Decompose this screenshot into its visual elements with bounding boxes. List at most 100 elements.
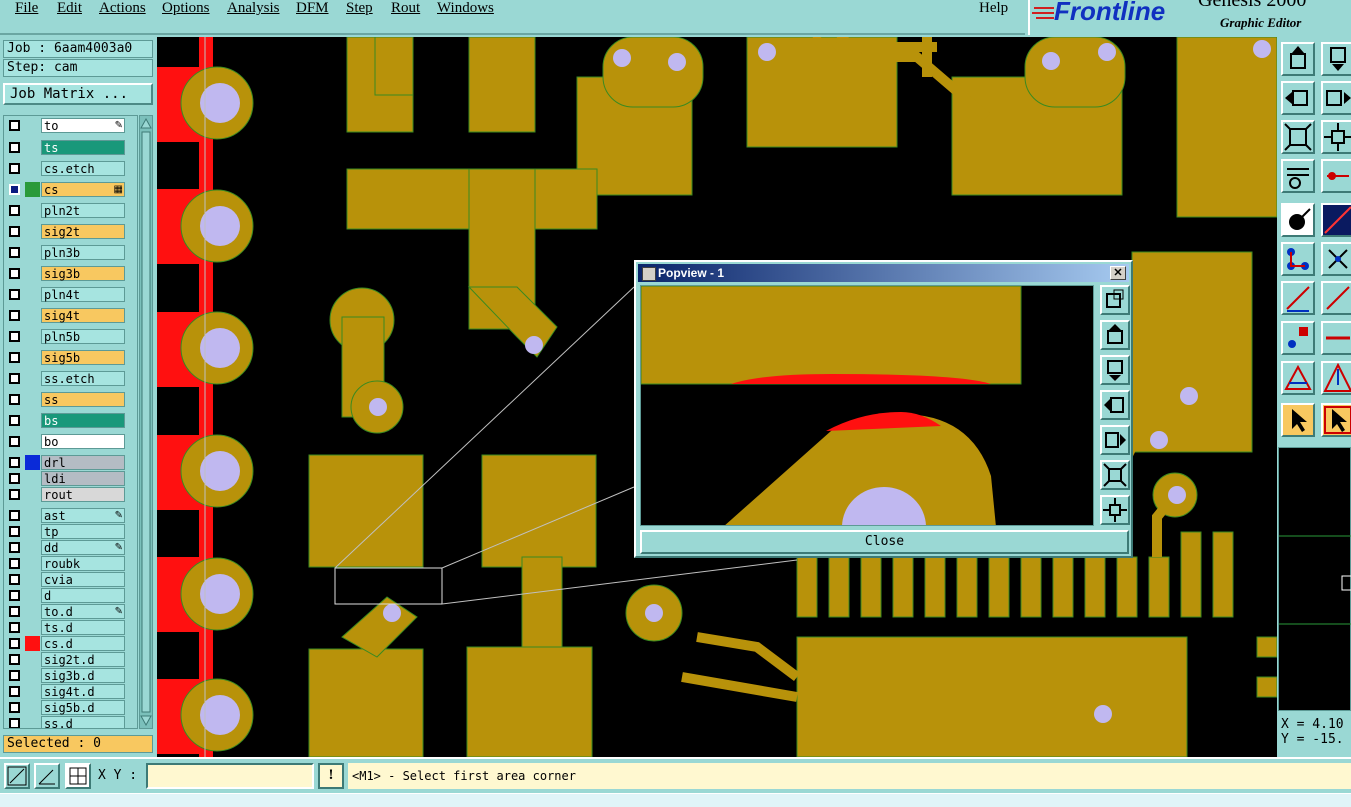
layer-name[interactable]: sig5b.d xyxy=(41,700,125,715)
layer-color-swatch[interactable] xyxy=(25,487,40,502)
popview-home-button[interactable] xyxy=(1100,495,1130,525)
menu-actions[interactable]: Actions xyxy=(99,0,146,17)
layer-color-swatch[interactable] xyxy=(25,350,40,365)
layer-color-swatch[interactable] xyxy=(25,588,40,603)
zoom-home-button[interactable] xyxy=(1321,120,1351,154)
layer-checkbox[interactable] xyxy=(9,352,20,363)
layer-checkbox[interactable] xyxy=(9,142,20,153)
popview-left-button[interactable] xyxy=(1100,390,1130,420)
layer-color-swatch[interactable] xyxy=(25,636,40,651)
layer-color-swatch[interactable] xyxy=(25,371,40,386)
layer-name[interactable]: ss xyxy=(41,392,125,407)
layer-color-swatch[interactable] xyxy=(25,455,40,470)
menu-file[interactable]: File xyxy=(15,0,38,17)
layer-checkbox[interactable] xyxy=(9,473,20,484)
add-trace-button[interactable] xyxy=(1321,321,1351,355)
layer-checkbox[interactable] xyxy=(9,163,20,174)
layer-name[interactable]: sig3b xyxy=(41,266,125,281)
layer-name[interactable]: tp xyxy=(41,524,125,539)
layer-name[interactable]: rout xyxy=(41,487,125,502)
measure-button[interactable] xyxy=(1281,159,1315,193)
layer-color-swatch[interactable] xyxy=(25,392,40,407)
layer-row-tp[interactable]: tp xyxy=(6,524,125,539)
warning-button[interactable]: ! xyxy=(318,763,344,789)
add-pad-button[interactable] xyxy=(1281,321,1315,355)
layer-name[interactable]: pln3b xyxy=(41,245,125,260)
draw-line-button[interactable] xyxy=(1281,281,1315,315)
menu-step[interactable]: Step xyxy=(346,0,373,17)
popview-zoom-button[interactable] xyxy=(1100,285,1130,315)
layer-scrollbar[interactable] xyxy=(139,115,153,729)
layer-checkbox[interactable] xyxy=(9,574,20,585)
layer-row-drl[interactable]: drl xyxy=(6,455,125,470)
move-down-button[interactable] xyxy=(1321,42,1351,76)
popview-fit-button[interactable] xyxy=(1100,460,1130,490)
close-icon[interactable]: ✕ xyxy=(1110,266,1126,280)
layer-color-swatch[interactable] xyxy=(25,508,40,523)
layer-name[interactable]: cs xyxy=(41,182,125,197)
layer-color-swatch[interactable] xyxy=(25,329,40,344)
menu-analysis[interactable]: Analysis xyxy=(227,0,280,17)
layer-row-ss-d[interactable]: ss.d xyxy=(6,716,125,728)
layer-checkbox[interactable] xyxy=(9,622,20,633)
layer-checkbox[interactable] xyxy=(9,436,20,447)
layer-name[interactable]: bs xyxy=(41,413,125,428)
layer-name[interactable]: ts xyxy=(41,140,125,155)
layer-name[interactable]: pln2t xyxy=(41,203,125,218)
layer-color-swatch[interactable] xyxy=(25,434,40,449)
layer-checkbox[interactable] xyxy=(9,247,20,258)
layer-color-swatch[interactable] xyxy=(25,668,40,683)
zoom-fit-button[interactable] xyxy=(1281,120,1315,154)
layer-color-swatch[interactable] xyxy=(25,182,40,197)
layer-color-swatch[interactable] xyxy=(25,308,40,323)
select-line-button[interactable] xyxy=(1321,203,1351,237)
layer-name[interactable]: pln4t xyxy=(41,287,125,302)
layer-name[interactable]: ss.etch xyxy=(41,371,125,386)
layer-row-pln5b[interactable]: pln5b xyxy=(6,329,125,344)
layer-row-cs-d[interactable]: cs.d xyxy=(6,636,125,651)
menu-dfm[interactable]: DFM xyxy=(296,0,329,17)
angle-button[interactable] xyxy=(34,763,60,789)
move-right-button[interactable] xyxy=(1321,81,1351,115)
layer-color-swatch[interactable] xyxy=(25,700,40,715)
layer-checkbox[interactable] xyxy=(9,542,20,553)
move-up-button[interactable] xyxy=(1281,42,1315,76)
layer-name[interactable]: sig5b xyxy=(41,350,125,365)
layer-checkbox[interactable] xyxy=(9,686,20,697)
layer-color-swatch[interactable] xyxy=(25,572,40,587)
xy-input[interactable] xyxy=(146,763,314,789)
popview-close-button[interactable]: Close xyxy=(640,530,1129,554)
menu-help[interactable]: Help xyxy=(979,0,1008,17)
layer-name[interactable]: pln5b xyxy=(41,329,125,344)
layer-checkbox[interactable] xyxy=(9,415,20,426)
layer-row-pln3b[interactable]: pln3b xyxy=(6,245,125,260)
layer-checkbox[interactable] xyxy=(9,558,20,569)
layer-name[interactable]: ts.d xyxy=(41,620,125,635)
menu-edit[interactable]: Edit xyxy=(57,0,82,17)
layer-color-swatch[interactable] xyxy=(25,203,40,218)
layer-checkbox[interactable] xyxy=(9,590,20,601)
pointer-select-button[interactable] xyxy=(1321,403,1351,437)
layer-row-sig5b[interactable]: sig5b xyxy=(6,350,125,365)
popview-down-button[interactable] xyxy=(1100,355,1130,385)
menu-rout[interactable]: Rout xyxy=(391,0,420,17)
layer-checkbox[interactable] xyxy=(9,718,20,728)
layer-checkbox[interactable] xyxy=(9,226,20,237)
layer-row-sig3b[interactable]: sig3b xyxy=(6,266,125,281)
layer-row-pln4t[interactable]: pln4t xyxy=(6,287,125,302)
popview-up-button[interactable] xyxy=(1100,320,1130,350)
layer-row-cs-etch[interactable]: cs.etch xyxy=(6,161,125,176)
layer-row-sig4t[interactable]: sig4t xyxy=(6,308,125,323)
layer-color-swatch[interactable] xyxy=(25,413,40,428)
layer-color-swatch[interactable] xyxy=(25,266,40,281)
layer-row-ss-etch[interactable]: ss.etch xyxy=(6,371,125,386)
layer-name[interactable]: sig4t xyxy=(41,308,125,323)
layer-color-swatch[interactable] xyxy=(25,140,40,155)
menu-windows[interactable]: Windows xyxy=(437,0,494,17)
layer-checkbox[interactable] xyxy=(9,457,20,468)
layer-color-swatch[interactable] xyxy=(25,716,40,728)
layer-row-rout[interactable]: rout xyxy=(6,487,125,502)
layer-row-sig5b-d[interactable]: sig5b.d xyxy=(6,700,125,715)
layer-name[interactable]: to xyxy=(41,118,125,133)
layer-row-to-d[interactable]: to.d ✎ xyxy=(6,604,125,619)
